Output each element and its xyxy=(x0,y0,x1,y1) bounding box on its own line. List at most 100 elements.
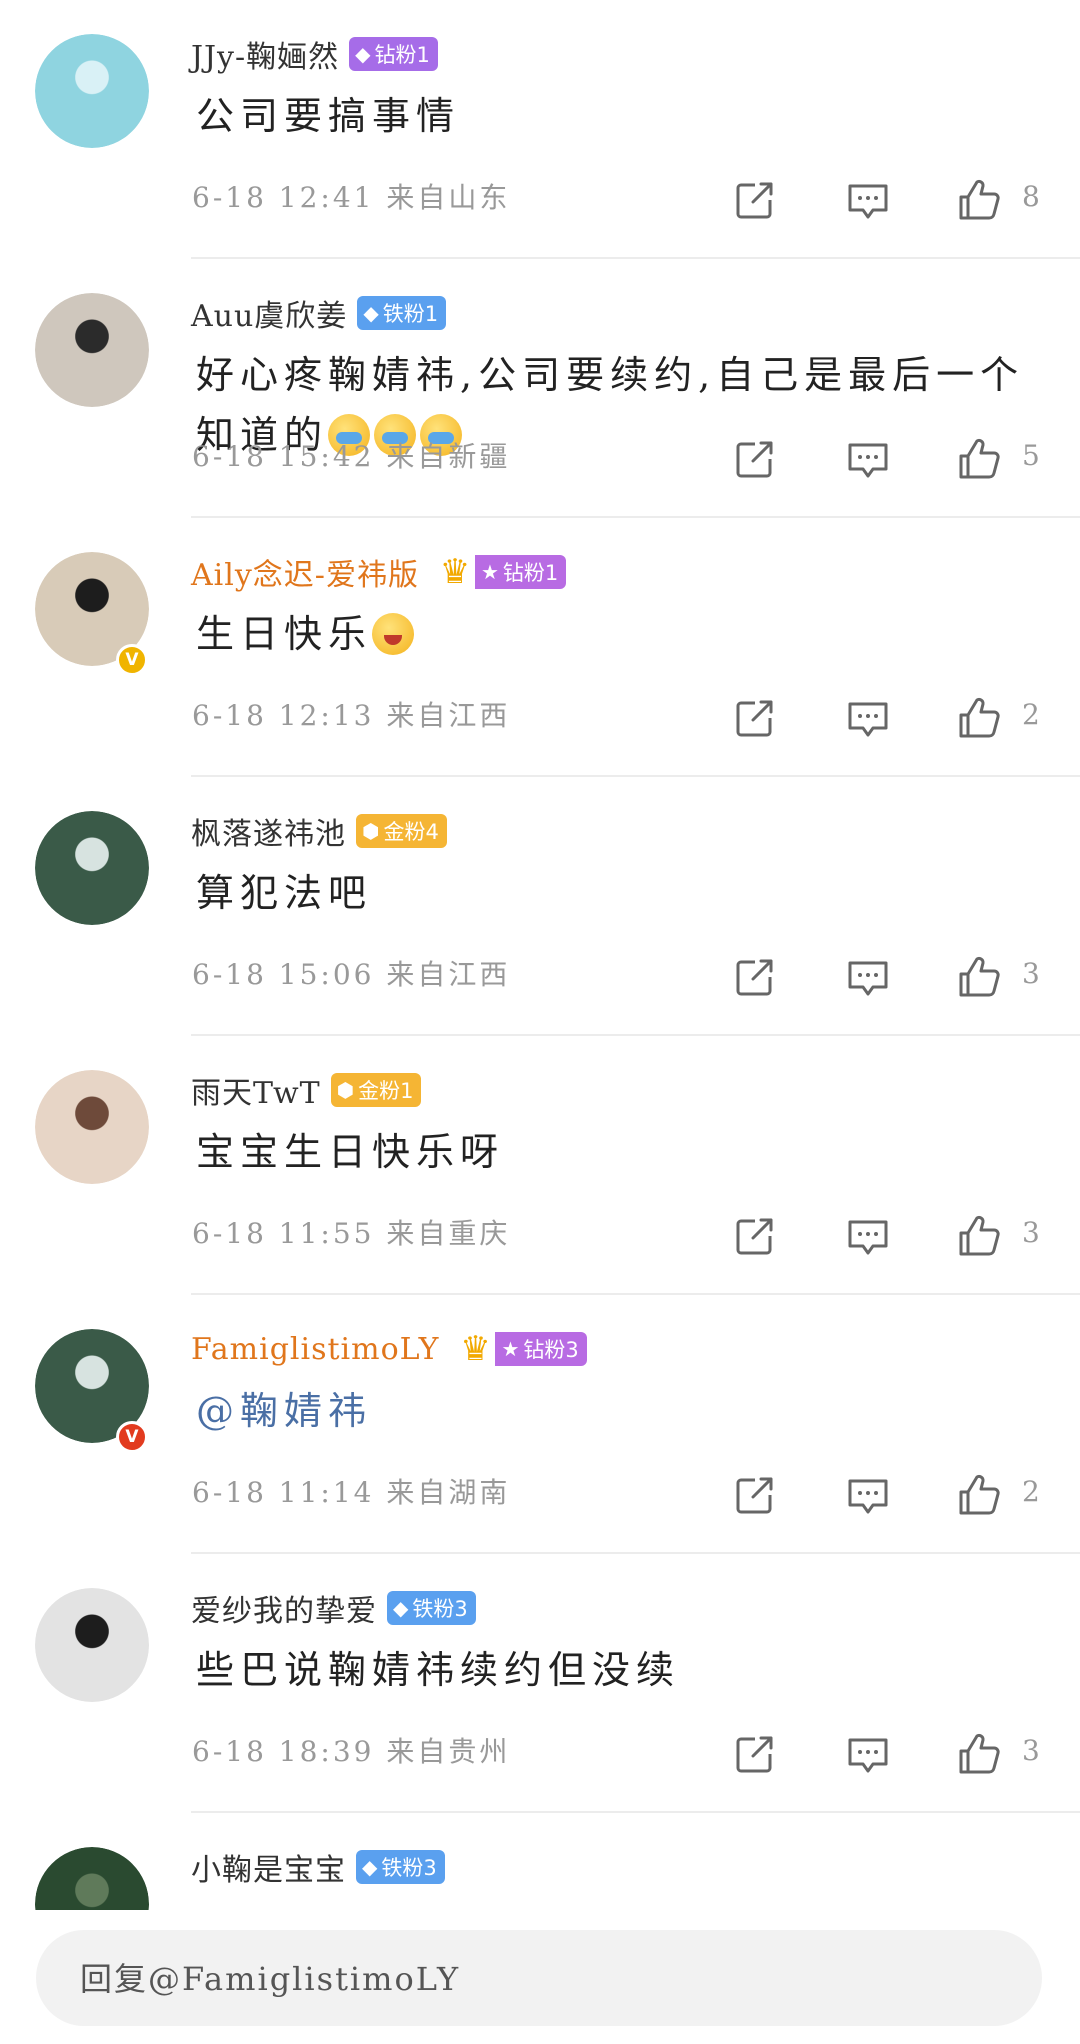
comment-item[interactable]: V Aily念迟-爱祎版 ♛ ★ 钻粉1 生日快乐 6-18 12:13 来自江西 2 xyxy=(0,518,1080,777)
comment-location: 来自重庆 xyxy=(386,1217,511,1250)
comment-item[interactable]: 爱纱我的挚爱 ◆ 铁粉3 些巴说鞠婧祎续约但没续 6-18 18:39 来自贵州 3 xyxy=(0,1554,1080,1813)
comment-meta: 6-18 15:42 来自新疆 xyxy=(192,435,510,475)
diamond-icon: ◆ xyxy=(355,42,371,66)
like-count: 2 xyxy=(1022,1475,1040,1508)
comment-meta: 6-18 12:41 来自山东 xyxy=(192,176,510,216)
comment-item[interactable]: 雨天TwT ⬢ 金粉1 宝宝生日快乐呀 6-18 11:55 来自重庆 3 xyxy=(0,1036,1080,1295)
comment-item[interactable]: 小鞠是宝宝 ◆ 铁粉3 xyxy=(0,1813,1080,1910)
like-button[interactable] xyxy=(955,1471,1003,1519)
comment-item[interactable]: Auu虞欣姜 ◆ 铁粉1 好心疼鞠婧祎,公司要续约,自己是最后一个知道的 6-18 15… xyxy=(0,259,1080,518)
share-button[interactable] xyxy=(731,953,779,1001)
username[interactable]: Auu虞欣姜 xyxy=(191,291,347,335)
username[interactable]: Aily念迟-爱祎版 xyxy=(191,550,419,594)
reply-input-bar[interactable]: 回复@FamiglistimoLY xyxy=(36,1930,1042,2026)
comment-time: 6-18 12:13 xyxy=(192,699,375,732)
comment-body: 算犯法吧 xyxy=(196,871,373,915)
fan-level-label: 钻粉1 xyxy=(374,43,430,67)
avatar[interactable] xyxy=(35,1070,149,1184)
thumbs-up-icon xyxy=(959,697,1000,738)
share-button[interactable] xyxy=(731,1730,779,1778)
fan-level-label: 钻粉3 xyxy=(523,1338,579,1362)
like-count: 5 xyxy=(1022,439,1040,472)
username[interactable]: 小鞠是宝宝 xyxy=(191,1845,346,1889)
share-button[interactable] xyxy=(731,1212,779,1260)
username[interactable]: JJy-鞠婳然 xyxy=(191,32,339,76)
reply-input-placeholder[interactable]: 回复@FamiglistimoLY xyxy=(80,1954,460,2000)
gem-icon: ⬢ xyxy=(336,1078,355,1102)
diamond-icon: ◆ xyxy=(362,1855,378,1879)
fan-level-label: 铁粉3 xyxy=(381,1856,437,1880)
avatar[interactable] xyxy=(35,1847,149,1910)
comment-meta: 6-18 11:14 来自湖南 xyxy=(192,1471,510,1511)
username[interactable]: 枫落遂祎池 xyxy=(191,809,346,853)
avatar[interactable] xyxy=(35,34,149,148)
fan-level-badge: ⬢ 金粉4 xyxy=(356,814,447,848)
fan-level-badge: ◆ 铁粉3 xyxy=(387,1591,476,1625)
comment-list[interactable]: JJy-鞠婳然 ◆ 钻粉1 公司要搞事情 6-18 12:41 来自山东 8 Auu虞欣姜 ◆… xyxy=(0,0,1080,1910)
username[interactable]: FamiglistimoLY xyxy=(191,1332,439,1367)
like-button[interactable] xyxy=(955,953,1003,1001)
comment-location: 来自山东 xyxy=(386,181,511,214)
like-button[interactable] xyxy=(955,176,1003,224)
avatar[interactable] xyxy=(35,293,149,407)
comment-icon xyxy=(848,184,888,219)
comment-meta: 6-18 15:06 来自江西 xyxy=(192,953,510,993)
fan-level-label: 铁粉1 xyxy=(382,302,439,326)
like-count: 8 xyxy=(1022,180,1040,213)
like-count: 3 xyxy=(1022,1216,1040,1249)
verified-badge-icon: V xyxy=(116,644,148,676)
reply-button[interactable] xyxy=(844,694,892,742)
username[interactable]: 爱纱我的挚爱 xyxy=(191,1586,377,1630)
comment-item[interactable]: JJy-鞠婳然 ◆ 钻粉1 公司要搞事情 6-18 12:41 来自山东 8 xyxy=(0,0,1080,259)
like-count: 2 xyxy=(1022,698,1040,731)
like-button[interactable] xyxy=(955,435,1003,483)
comment-location: 来自贵州 xyxy=(386,1735,511,1768)
comment-item[interactable]: 枫落遂祎池 ⬢ 金粉4 算犯法吧 6-18 15:06 来自江西 3 xyxy=(0,777,1080,1036)
share-button[interactable] xyxy=(731,1471,779,1519)
comment-text: 算犯法吧 xyxy=(196,863,1036,923)
comment-body[interactable]: @鞠婧祎 xyxy=(196,1389,372,1433)
like-button[interactable] xyxy=(955,694,1003,742)
comment-text: 宝宝生日快乐呀 xyxy=(196,1122,1036,1182)
fan-level-badge: ◆ 钻粉1 xyxy=(349,37,438,71)
diamond-icon: ◆ xyxy=(393,1596,409,1620)
thumbs-up-icon xyxy=(959,1474,1000,1515)
username[interactable]: 雨天TwT xyxy=(191,1068,321,1112)
comment-time: 6-18 18:39 xyxy=(192,1735,375,1768)
comment-body: 公司要搞事情 xyxy=(196,94,461,138)
comment-text: 些巴说鞠婧祎续约但没续 xyxy=(196,1640,1036,1700)
reply-button[interactable] xyxy=(844,1212,892,1260)
reply-button[interactable] xyxy=(844,1471,892,1519)
like-button[interactable] xyxy=(955,1212,1003,1260)
avatar[interactable] xyxy=(35,811,149,925)
thumbs-up-icon xyxy=(959,1215,1000,1256)
crown-icon: ★ xyxy=(480,560,499,584)
comment-meta: 6-18 11:55 来自重庆 xyxy=(192,1212,510,1252)
avatar[interactable] xyxy=(35,1588,149,1702)
verified-badge-icon: V xyxy=(116,1421,148,1453)
thumbs-up-icon xyxy=(959,179,1000,220)
comment-item[interactable]: V FamiglistimoLY ♛ ★ 钻粉3 @鞠婧祎 6-18 11:14 来自湖南 2 xyxy=(0,1295,1080,1554)
crown-icon: ♛ xyxy=(439,552,471,592)
comment-icon xyxy=(848,702,888,737)
comment-text: @鞠婧祎 xyxy=(196,1381,1036,1441)
thumbs-up-icon xyxy=(959,1733,1000,1774)
share-button[interactable] xyxy=(731,435,779,483)
like-button[interactable] xyxy=(955,1730,1003,1778)
thumbs-up-icon xyxy=(959,956,1000,997)
reply-button[interactable] xyxy=(844,953,892,1001)
comment-time: 6-18 12:41 xyxy=(192,181,375,214)
comment-location: 来自新疆 xyxy=(386,440,511,473)
share-icon xyxy=(736,1477,773,1514)
reply-button[interactable] xyxy=(844,176,892,224)
like-count: 3 xyxy=(1022,957,1040,990)
share-button[interactable] xyxy=(731,694,779,742)
share-button[interactable] xyxy=(731,176,779,224)
like-count: 3 xyxy=(1022,1734,1040,1767)
reply-button[interactable] xyxy=(844,435,892,483)
reply-button[interactable] xyxy=(844,1730,892,1778)
comment-body: 宝宝生日快乐呀 xyxy=(196,1130,505,1174)
comment-meta: 6-18 18:39 来自贵州 xyxy=(192,1730,510,1770)
fan-level-badge: ◆ 铁粉1 xyxy=(357,296,447,330)
comment-icon xyxy=(848,1479,888,1514)
